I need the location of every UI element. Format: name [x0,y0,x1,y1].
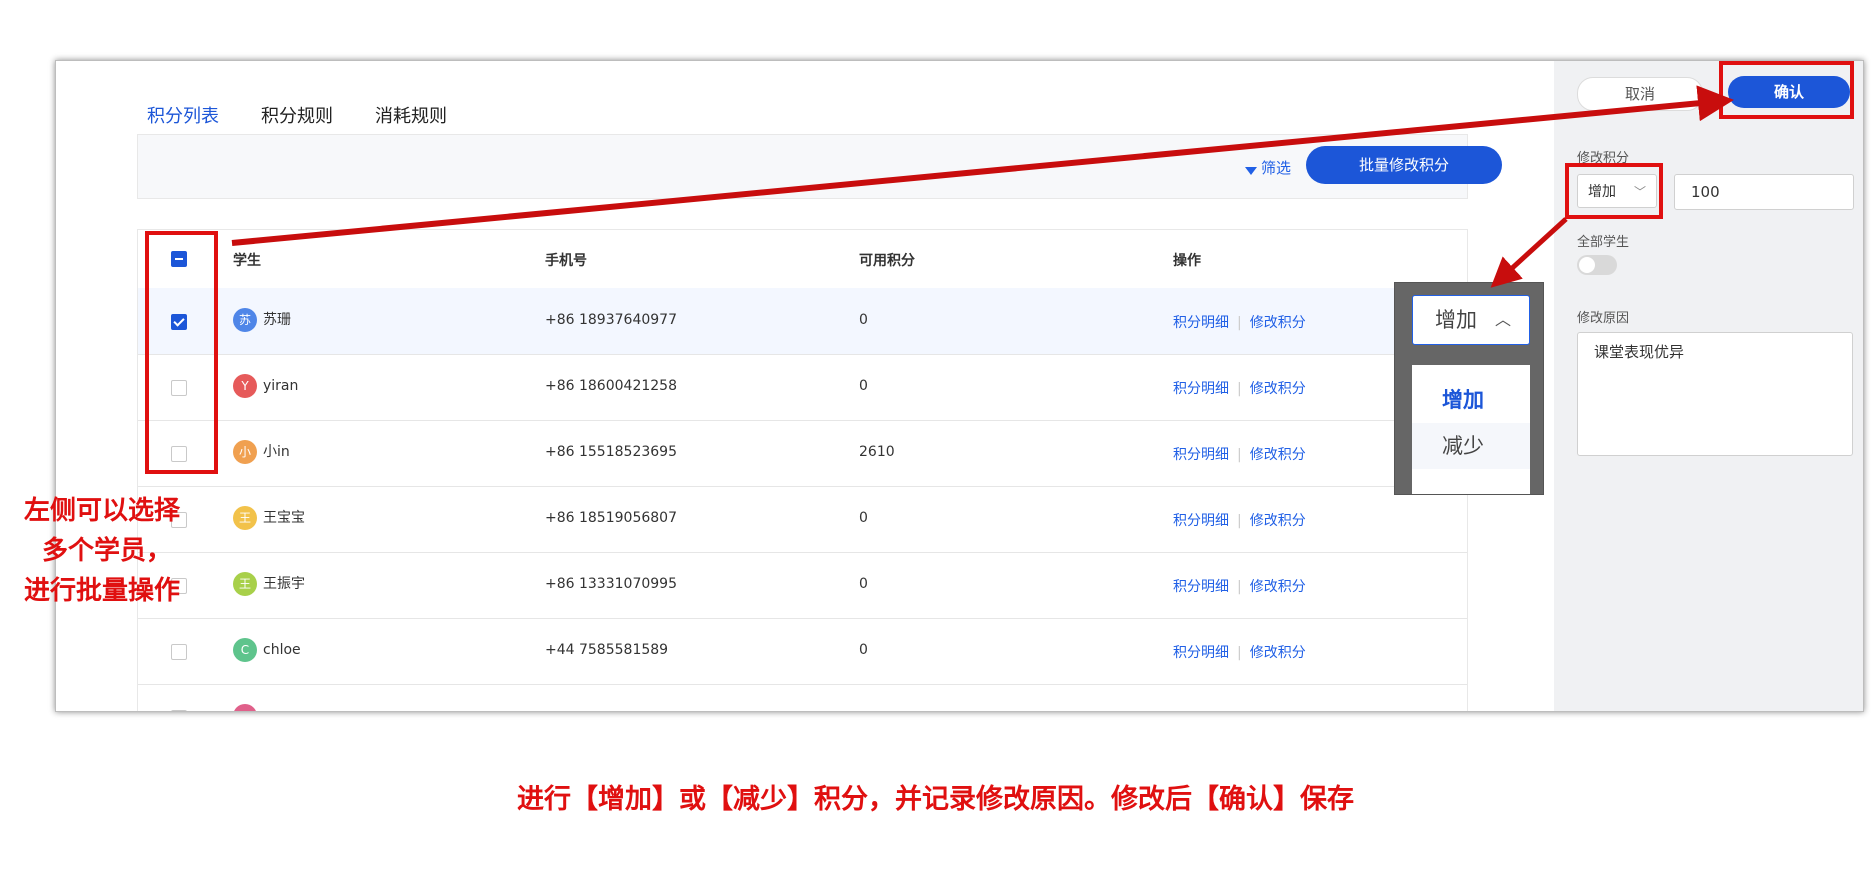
left-annotation: 左侧可以选择 多个学员， 进行批量操作 [24,491,180,611]
note-line: 进行批量操作 [24,576,181,606]
arrow-to-dropdown [1490,217,1568,288]
note-line: 左侧可以选择 [24,496,181,526]
note-line: 多个学员， [42,536,173,566]
bottom-caption: 进行【增加】或【减少】积分，并记录修改原因。修改后【确认】保存 [517,784,1354,815]
annotation-arrows [231,85,1734,288]
arrow-to-confirm [231,85,1734,246]
